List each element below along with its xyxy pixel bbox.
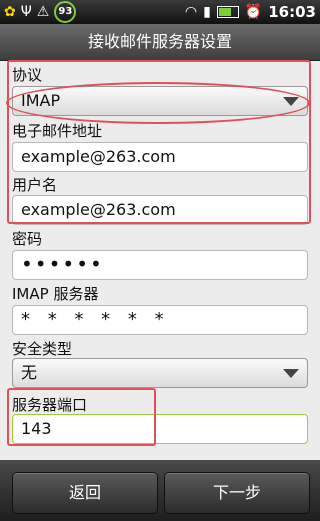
notification-badge: 93	[54, 1, 77, 23]
clock: 16:03	[268, 3, 316, 21]
brand-icon: ✿	[4, 4, 16, 20]
password-label: 密码	[12, 230, 43, 248]
imap-server-label: IMAP 服务器	[12, 285, 99, 303]
usb-icon: Ψ	[20, 4, 32, 20]
signal-icon: ▮	[203, 4, 211, 20]
alarm-icon: ⏰	[244, 4, 263, 20]
wifi-icon: ◠	[184, 4, 198, 20]
back-button[interactable]: 返回	[12, 472, 158, 514]
security-type-label: 安全类型	[12, 340, 73, 358]
security-type-select[interactable]: 无	[12, 358, 308, 388]
bottom-bar: 返回 下一步	[0, 460, 320, 521]
status-bar: ✿ Ψ ⚠ 93 ◠ ▮ ⏰ 16:03	[0, 0, 320, 24]
password-field[interactable]: ••••••	[12, 250, 308, 280]
imap-server-field[interactable]: * * * * * *	[12, 305, 308, 335]
page-title: 接收邮件服务器设置	[0, 24, 320, 61]
security-type-value: 无	[21, 363, 38, 382]
highlight-ellipse-protocol	[6, 82, 310, 124]
highlight-box-port	[7, 388, 156, 446]
next-button[interactable]: 下一步	[164, 472, 310, 514]
battery-icon	[216, 6, 239, 18]
chevron-down-icon	[283, 369, 299, 378]
warning-icon: ⚠	[36, 4, 50, 20]
